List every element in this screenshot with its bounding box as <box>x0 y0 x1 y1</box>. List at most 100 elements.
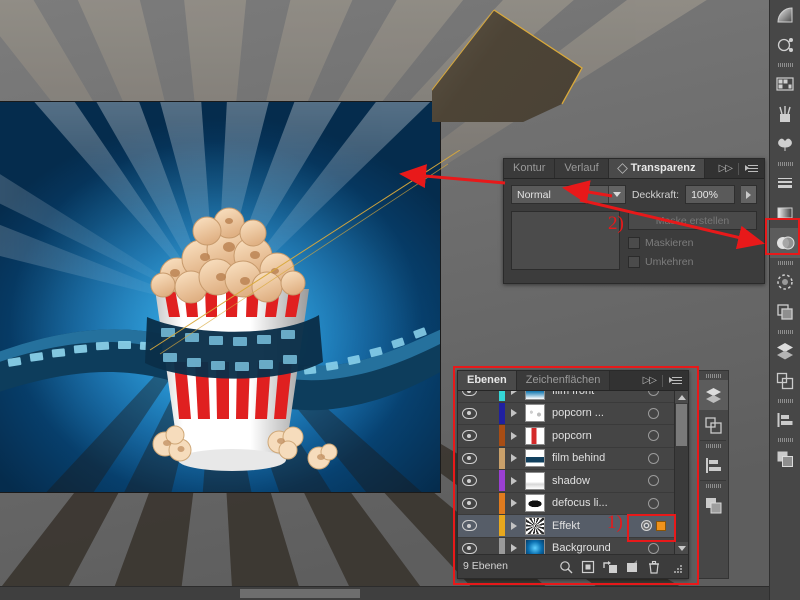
panel-menu-icon[interactable] <box>669 376 682 385</box>
transparency-thumbnail-well[interactable] <box>511 211 620 270</box>
artboard[interactable] <box>0 101 441 493</box>
dock-artboards-icon-button[interactable] <box>698 410 728 440</box>
dock-artboards-icon-button[interactable] <box>770 366 800 396</box>
layer-visibility-toggle[interactable] <box>458 391 481 397</box>
layer-visibility-toggle[interactable] <box>458 497 481 509</box>
dock-transparency-icon-button[interactable] <box>770 228 800 258</box>
dock-stroke-icon-button[interactable] <box>770 168 800 198</box>
layer-expand-triangle-icon[interactable] <box>505 431 522 440</box>
layer-row[interactable]: popcorn ... <box>458 402 688 425</box>
layers-panel[interactable]: Ebenen Zeichenflächen ▷▷ film front popco… <box>457 370 689 579</box>
dock-graphic-styles-icon-button[interactable] <box>770 297 800 327</box>
invert-checkbox[interactable] <box>628 256 640 268</box>
opacity-input[interactable]: 100% <box>685 185 736 204</box>
make-clipping-mask-icon[interactable] <box>581 560 595 573</box>
double-chevron-right-icon[interactable]: ▷▷ <box>643 375 657 386</box>
layer-row[interactable]: film behind <box>458 447 688 470</box>
layer-target-indicator[interactable] <box>632 497 675 509</box>
tab-ebenen[interactable]: Ebenen <box>458 371 517 390</box>
layer-target-indicator[interactable] <box>632 520 675 532</box>
dock-symbols-library-icon-button[interactable] <box>770 129 800 159</box>
target-circle-icon[interactable] <box>648 407 659 419</box>
dock-align-icon-button[interactable] <box>698 450 728 480</box>
target-circle-icon[interactable] <box>648 497 659 509</box>
layer-row[interactable]: shadow <box>458 470 688 493</box>
target-circle-icon[interactable] <box>648 452 659 464</box>
delete-selection-icon[interactable] <box>647 560 660 574</box>
layer-name[interactable]: shadow <box>548 475 632 487</box>
layer-expand-triangle-icon[interactable] <box>505 409 522 418</box>
dock-grip[interactable] <box>777 62 793 67</box>
dock-grip[interactable] <box>777 437 793 442</box>
dock-grip[interactable] <box>705 373 721 378</box>
target-circle-icon[interactable] <box>648 475 659 487</box>
selected-ray-shape[interactable] <box>432 0 602 122</box>
invert-checkbox-row[interactable]: Umkehren <box>628 256 757 268</box>
dock-pathfinder-icon-button[interactable] <box>698 490 728 520</box>
layer-expand-triangle-icon[interactable] <box>505 544 522 553</box>
panel-resize-grip[interactable] <box>669 560 682 573</box>
layer-list[interactable]: film front popcorn ... popcorn film behind s… <box>458 391 688 554</box>
dock-grip[interactable] <box>777 398 793 403</box>
dock-layers-icon-button[interactable] <box>698 380 728 410</box>
layer-name[interactable]: popcorn ... <box>548 407 632 419</box>
layer-visibility-toggle[interactable] <box>458 407 481 419</box>
blend-mode-select[interactable]: Normal <box>511 185 626 204</box>
target-circle-icon[interactable] <box>648 542 659 554</box>
layers-scrollbar-thumb[interactable] <box>676 404 687 446</box>
dock-symbols-icon-button[interactable] <box>770 30 800 60</box>
layers-scrollbar[interactable] <box>674 391 688 554</box>
layer-target-indicator[interactable] <box>632 475 675 487</box>
layer-target-indicator[interactable] <box>632 542 675 554</box>
dock-grip[interactable] <box>777 260 793 265</box>
layer-name[interactable]: film front <box>548 391 632 397</box>
dock-grip[interactable] <box>777 329 793 334</box>
layer-visibility-toggle[interactable] <box>458 430 481 442</box>
right-dock[interactable] <box>769 0 800 600</box>
transparency-panel[interactable]: Kontur Verlauf Transparenz ▷▷ Normal Dec… <box>503 158 765 284</box>
layer-target-indicator[interactable] <box>632 430 675 442</box>
layer-visibility-toggle[interactable] <box>458 475 481 487</box>
dock-gradient-swatch-icon-button[interactable] <box>770 0 800 30</box>
layer-visibility-toggle[interactable] <box>458 452 481 464</box>
layer-row[interactable]: film front <box>458 391 688 403</box>
dock-appearance-icon-button[interactable] <box>770 267 800 297</box>
opacity-stepper-button[interactable] <box>741 185 757 204</box>
layer-expand-triangle-icon[interactable] <box>505 521 522 530</box>
dock-grip[interactable] <box>705 443 721 448</box>
layer-name[interactable]: film behind <box>548 452 632 464</box>
dock-swatches-icon-button[interactable] <box>770 69 800 99</box>
scroll-down-button[interactable] <box>675 542 688 554</box>
layer-expand-triangle-icon[interactable] <box>505 391 522 395</box>
tab-zeichenflaechen[interactable]: Zeichenflächen <box>516 371 611 390</box>
create-new-layer-icon[interactable] <box>625 559 638 573</box>
scroll-up-button[interactable] <box>675 391 688 403</box>
layer-visibility-toggle[interactable] <box>458 542 481 554</box>
target-circle-icon[interactable] <box>641 520 652 532</box>
layer-row[interactable]: Background <box>458 537 688 554</box>
make-mask-button[interactable]: Maske erstellen <box>628 211 757 230</box>
layer-name[interactable]: defocus li... <box>548 497 632 509</box>
locate-object-icon[interactable] <box>559 560 573 573</box>
layer-visibility-toggle[interactable] <box>458 520 481 532</box>
horizontal-scrollbar-thumb[interactable] <box>240 589 360 598</box>
layer-expand-triangle-icon[interactable] <box>505 454 522 463</box>
dock-grip[interactable] <box>777 161 793 166</box>
layer-target-indicator[interactable] <box>632 391 675 397</box>
dock-grip[interactable] <box>705 483 721 488</box>
tab-transparenz[interactable]: Transparenz <box>608 159 706 178</box>
layer-expand-triangle-icon[interactable] <box>505 499 522 508</box>
layer-row[interactable]: defocus li... <box>458 492 688 515</box>
dock-align-icon-button[interactable] <box>770 405 800 435</box>
horizontal-scrollbar[interactable] <box>0 586 770 600</box>
tab-kontur[interactable]: Kontur <box>504 159 556 178</box>
layer-name[interactable]: popcorn <box>548 430 632 442</box>
dock-layers-icon-button[interactable] <box>770 336 800 366</box>
dock-brushes-icon-button[interactable] <box>770 99 800 129</box>
target-circle-icon[interactable] <box>648 430 659 442</box>
panel-menu-icon[interactable] <box>745 164 758 173</box>
create-new-sublayer-icon[interactable] <box>603 560 617 573</box>
dock-pathfinder-icon-button[interactable] <box>770 444 800 474</box>
chevron-down-icon[interactable] <box>607 186 625 203</box>
tab-verlauf[interactable]: Verlauf <box>555 159 609 178</box>
